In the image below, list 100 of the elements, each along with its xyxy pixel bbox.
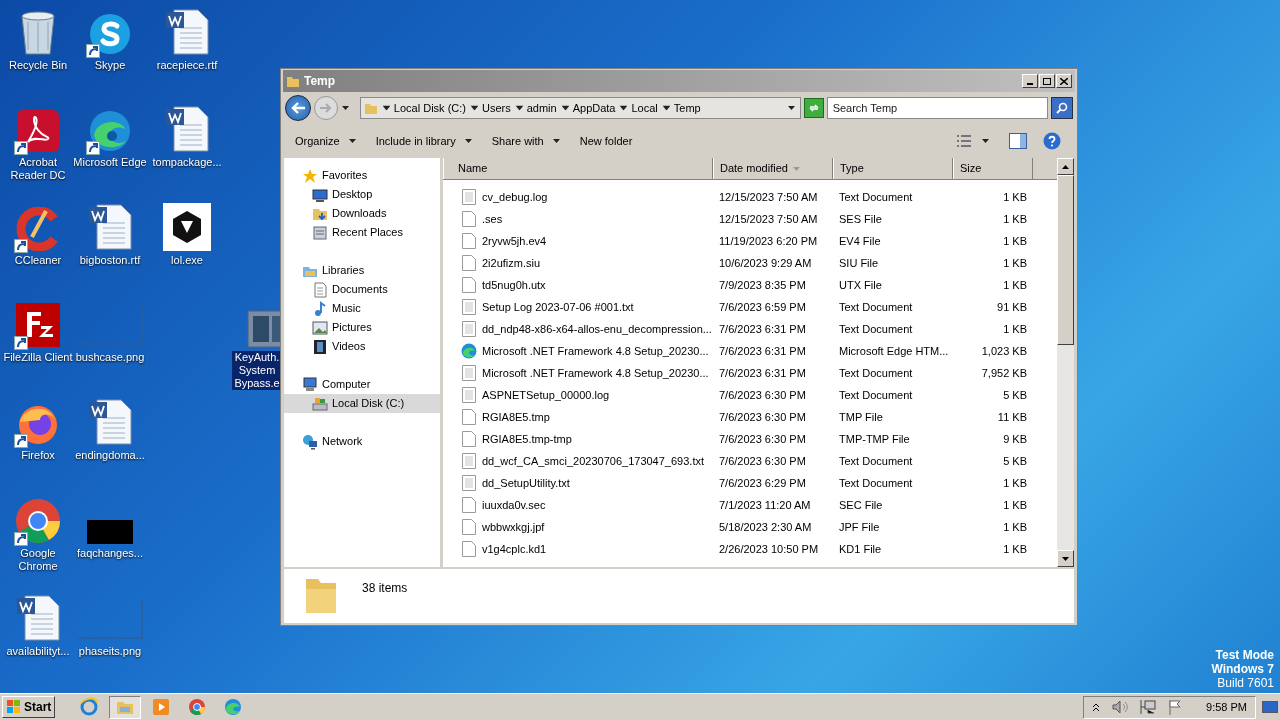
desktop-icon-label[interactable]: faqchanges... bbox=[75, 547, 145, 560]
nav-item[interactable]: Pictures bbox=[284, 318, 440, 337]
column-header[interactable]: Size bbox=[953, 158, 1033, 179]
file-row[interactable]: wbbwxkgj.jpf 5/18/2023 2:30 AM JPF File 1 KB bbox=[443, 516, 1057, 538]
separator-caret-icon[interactable] bbox=[561, 105, 570, 111]
file-row[interactable]: Microsoft .NET Framework 4.8 Setup_20230... 7/6/2023 6:31 PM Text Document 7,952 KB bbox=[443, 362, 1057, 384]
file-row[interactable]: RGIA8E5.tmp-tmp 7/6/2023 6:30 PM TMP-TMP File 9 KB bbox=[443, 428, 1057, 450]
desktop-icon-label[interactable]: Microsoft Edge bbox=[72, 156, 148, 169]
toolbar-button[interactable]: New folder bbox=[573, 128, 639, 154]
file-type: TMP File bbox=[838, 409, 884, 425]
file-row[interactable]: ASPNETSetup_00000.log 7/6/2023 6:30 PM Text Document 5 KB bbox=[443, 384, 1057, 406]
desktop-icon-label[interactable]: tompackage... bbox=[151, 156, 223, 169]
file-row[interactable]: Microsoft .NET Framework 4.8 Setup_20230... 7/6/2023 6:31 PM Microsoft Edge HTM... 1,023 KB bbox=[443, 340, 1057, 362]
word-document-icon bbox=[87, 203, 133, 251]
nav-item[interactable]: Favorites bbox=[284, 166, 440, 185]
nav-item[interactable]: Desktop bbox=[284, 185, 440, 204]
desktop-icon-label[interactable]: FileZilla Client bbox=[2, 351, 74, 364]
breadcrumb-item[interactable]: Local bbox=[631, 99, 658, 117]
search-field[interactable]: Search Temp bbox=[826, 97, 1049, 119]
desktop-icon-label[interactable]: racepiece.rtf bbox=[155, 59, 219, 72]
file-row[interactable]: Setup Log 2023-07-06 #001.txt 7/6/2023 6:59 PM Text Document 91 KB bbox=[443, 296, 1057, 318]
separator-caret-icon[interactable] bbox=[470, 105, 479, 111]
text-file-icon bbox=[462, 453, 476, 469]
nav-item[interactable]: Local Disk (C:) bbox=[284, 394, 440, 413]
file-row[interactable]: 2ryvw5jh.ev4 11/19/2023 6:20 PM EV4 File 1 KB bbox=[443, 230, 1057, 252]
file-size: 1 KB bbox=[1002, 189, 1028, 205]
desktop-icon-label[interactable]: Firefox bbox=[20, 449, 56, 462]
separator-caret-icon[interactable] bbox=[515, 105, 524, 111]
nav-item[interactable]: Libraries bbox=[284, 261, 440, 280]
refresh-button[interactable] bbox=[803, 98, 824, 118]
file-type: JPF File bbox=[838, 519, 881, 535]
file-row[interactable]: RGIA8E5.tmp 7/6/2023 6:30 PM TMP File 11 KB bbox=[443, 406, 1057, 428]
file-row[interactable]: v1g4cplc.kd1 2/26/2023 10:50 PM KD1 File 1 KB bbox=[443, 538, 1057, 560]
date-modified: 7/6/2023 6:31 PM bbox=[718, 321, 807, 337]
desktop-icon-label[interactable]: bigboston.rtf bbox=[78, 254, 142, 267]
chevron-up-icon[interactable] bbox=[1092, 702, 1101, 712]
desktop-icon-label[interactable]: availabilityt... bbox=[5, 645, 71, 658]
address-bar[interactable]: Local Disk (C:) Users admin AppData Local Temp bbox=[359, 97, 801, 119]
file-row[interactable]: 2i2ufizm.siu 10/6/2023 9:29 AM SIU File 1 KB bbox=[443, 252, 1057, 274]
breadcrumb-item[interactable]: Users bbox=[481, 99, 511, 117]
maximize-button[interactable] bbox=[1039, 74, 1055, 88]
column-header[interactable]: Name bbox=[443, 158, 713, 179]
nav-label: Recent Places bbox=[332, 225, 403, 241]
date-modified: 7/6/2023 6:31 PM bbox=[718, 365, 807, 381]
nav-item[interactable]: Documents bbox=[284, 280, 440, 299]
nav-item[interactable]: Downloads bbox=[284, 204, 440, 223]
desktop-icon-label[interactable]: lol.exe bbox=[170, 254, 204, 267]
clock[interactable]: 9:58 PM bbox=[1206, 698, 1247, 716]
separator-caret-icon[interactable] bbox=[382, 105, 391, 111]
chrome-icon bbox=[15, 498, 61, 544]
column-header[interactable]: Type bbox=[833, 158, 953, 179]
breadcrumb-item[interactable]: admin bbox=[526, 99, 557, 117]
show-desktop-icon[interactable] bbox=[1262, 699, 1278, 715]
taskbar-button[interactable] bbox=[109, 695, 142, 719]
toolbar-button[interactable]: Share with bbox=[485, 128, 566, 154]
nav-item[interactable]: Recent Places bbox=[284, 223, 440, 242]
desktop-icon-label[interactable]: Google Chrome bbox=[0, 547, 76, 573]
speaker-icon[interactable] bbox=[1112, 700, 1129, 714]
search-button[interactable] bbox=[1051, 97, 1073, 119]
nav-item[interactable]: Music bbox=[284, 299, 440, 318]
file-row[interactable]: dd_SetupUtility.txt 7/6/2023 6:29 PM Text Document 1 KB bbox=[443, 472, 1057, 494]
help-icon[interactable] bbox=[1043, 132, 1061, 150]
desktop-icon-label[interactable]: bushcase.png bbox=[74, 351, 146, 364]
view-list-icon[interactable] bbox=[956, 134, 972, 148]
desktop-icon-label[interactable]: phaseits.png bbox=[77, 645, 143, 658]
start-button[interactable]: Start bbox=[2, 696, 56, 718]
preview-pane-icon[interactable] bbox=[1009, 133, 1027, 149]
close-button[interactable] bbox=[1056, 74, 1072, 88]
file-row[interactable]: .ses 12/15/2023 7:50 AM SES File 1 KB bbox=[443, 208, 1057, 230]
file-row[interactable]: td5nug0h.utx 7/9/2023 8:35 PM UTX File 1 KB bbox=[443, 274, 1057, 296]
toolbar-button[interactable]: Include in library bbox=[369, 128, 478, 154]
nav-item[interactable]: Network bbox=[284, 432, 440, 451]
network-icon[interactable] bbox=[1140, 699, 1157, 715]
file-row[interactable]: dd_ndp48-x86-x64-allos-enu_decompression... 7/6/2023 6:31 PM Text Document 1 KB bbox=[443, 318, 1057, 340]
flag-icon[interactable] bbox=[1168, 699, 1183, 715]
nav-item[interactable]: Videos bbox=[284, 337, 440, 356]
desktop-icon-label[interactable]: KeyAuth. System Bypass.e bbox=[232, 351, 282, 390]
minimize-button[interactable] bbox=[1022, 74, 1038, 88]
file-row[interactable]: iuuxda0v.sec 7/1/2023 11:20 AM SEC File 1 KB bbox=[443, 494, 1057, 516]
nav-item[interactable]: Computer bbox=[284, 375, 440, 394]
column-header[interactable]: Date modified bbox=[713, 158, 833, 179]
history-dropdown[interactable] bbox=[340, 106, 351, 110]
separator-caret-icon[interactable] bbox=[620, 105, 628, 111]
desktop-icon-label[interactable]: Recycle Bin bbox=[7, 59, 69, 72]
desktop-icon-label[interactable]: Skype bbox=[93, 59, 127, 72]
toolbar-button[interactable]: Organize bbox=[289, 128, 362, 154]
file-row[interactable]: cv_debug.log 12/15/2023 7:50 AM Text Document 1 KB bbox=[443, 186, 1057, 208]
date-modified: 7/9/2023 8:35 PM bbox=[718, 277, 807, 293]
breadcrumb-item[interactable]: AppData bbox=[572, 99, 616, 117]
file-row[interactable]: dd_wcf_CA_smci_20230706_173047_693.txt 7/6/2023 6:30 PM Text Document 5 KB bbox=[443, 450, 1057, 472]
back-button[interactable] bbox=[285, 95, 311, 121]
breadcrumb-item[interactable]: Temp bbox=[673, 99, 701, 117]
desktop-icon-label[interactable]: CCleaner bbox=[13, 254, 63, 267]
edge-icon bbox=[461, 343, 477, 359]
file-name: v1g4cplc.kd1 bbox=[482, 541, 547, 557]
separator-caret-icon[interactable] bbox=[662, 105, 671, 111]
desktop-icon-label[interactable]: endingdoma... bbox=[74, 449, 146, 462]
breadcrumb-item[interactable]: Local Disk (C:) bbox=[393, 99, 466, 117]
word-document-icon bbox=[15, 594, 61, 642]
scrollbar[interactable] bbox=[1057, 158, 1074, 567]
